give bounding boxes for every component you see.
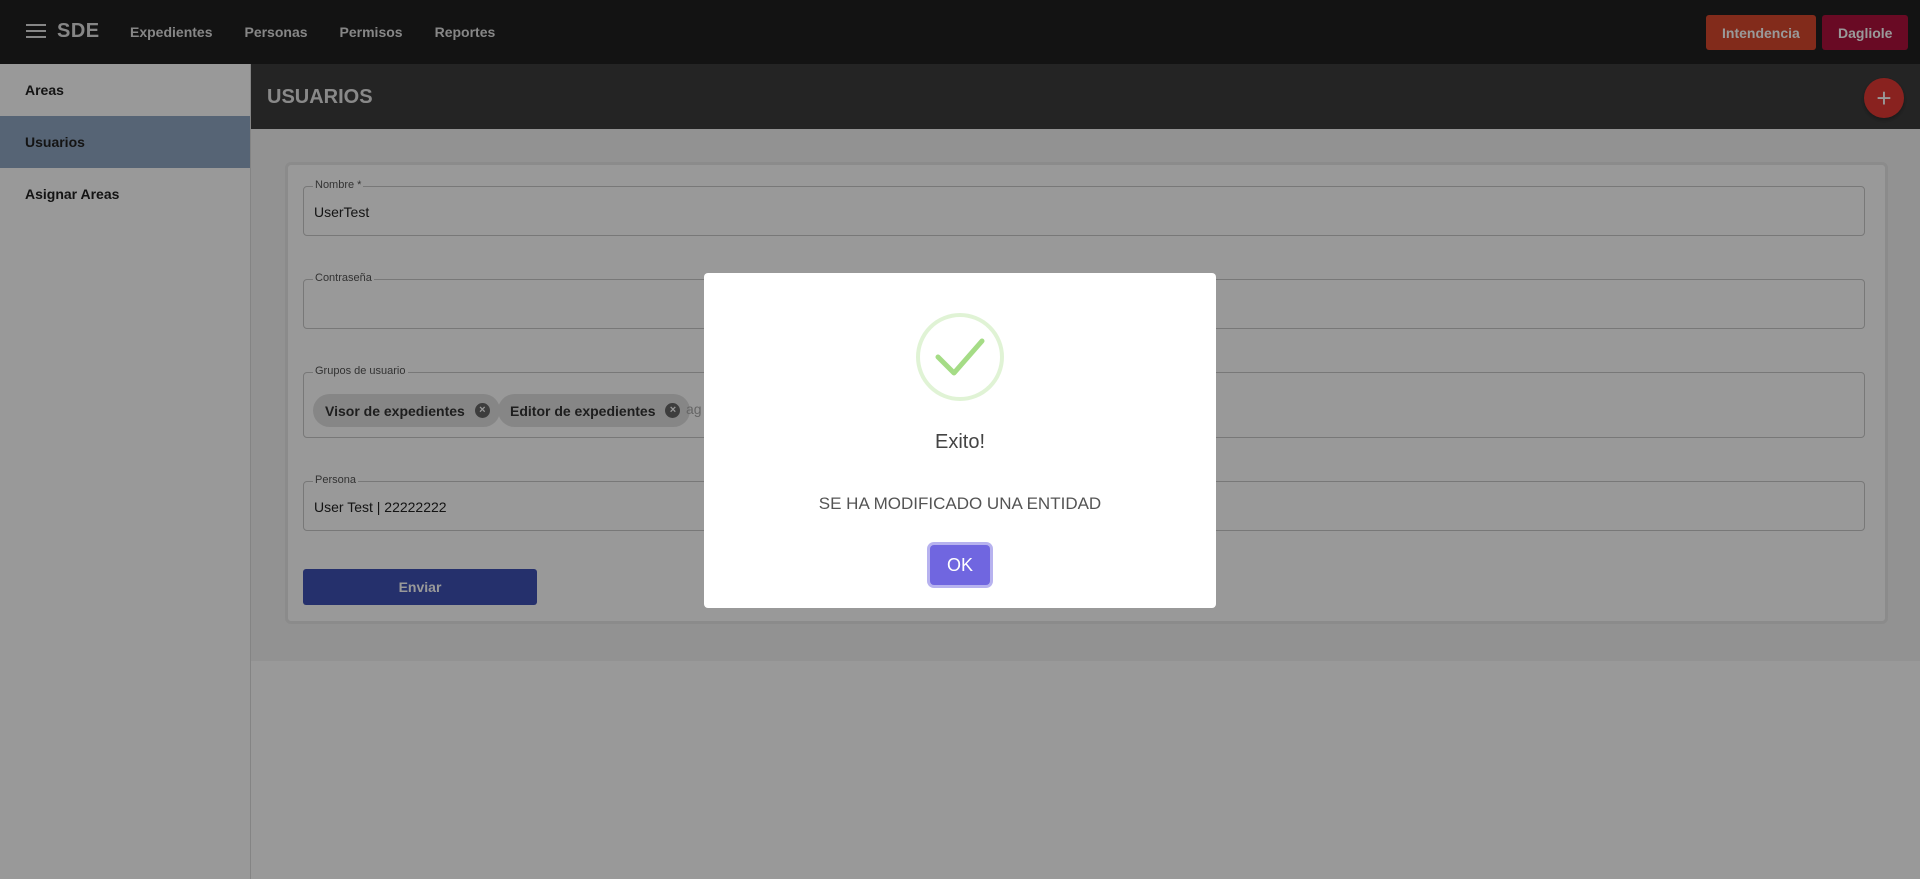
success-check-icon [916, 313, 1004, 401]
ok-button[interactable]: OK [930, 545, 990, 585]
success-dialog: Exito! SE HA MODIFICADO UNA ENTIDAD OK [704, 273, 1216, 608]
dialog-message: SE HA MODIFICADO UNA ENTIDAD [818, 494, 1102, 513]
dialog-title: Exito! [934, 431, 986, 453]
